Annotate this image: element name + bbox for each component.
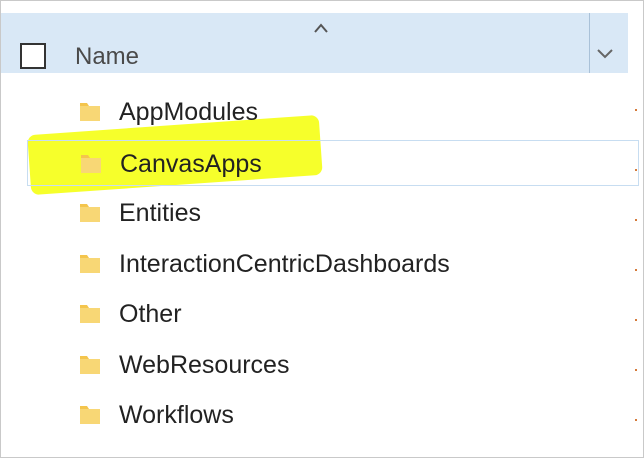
file-explorer-pane: Name AppModules CanvasApps Entities Interac… xyxy=(0,0,644,458)
column-divider[interactable] xyxy=(589,13,590,73)
folder-row[interactable]: InteractionCentricDashboards xyxy=(27,241,639,287)
folder-icon xyxy=(80,406,100,424)
scroll-marker xyxy=(635,109,637,111)
folder-icon xyxy=(80,305,100,323)
folder-name: InteractionCentricDashboards xyxy=(119,249,450,278)
scroll-marker xyxy=(635,369,637,371)
scroll-marker xyxy=(635,269,637,271)
folder-name: WebResources xyxy=(119,350,290,379)
folder-icon xyxy=(80,204,100,222)
folder-row[interactable]: WebResources xyxy=(27,342,639,388)
folder-name: CanvasApps xyxy=(120,149,262,178)
chevron-up-icon[interactable] xyxy=(311,21,331,35)
folder-name: Workflows xyxy=(119,401,234,429)
scroll-marker xyxy=(635,419,637,421)
folder-row[interactable]: Other xyxy=(27,291,639,337)
scroll-marker xyxy=(635,319,637,321)
folder-row[interactable]: AppModules xyxy=(27,89,639,135)
folder-icon xyxy=(80,103,100,121)
folder-name: Other xyxy=(119,300,182,328)
folder-name: Entities xyxy=(119,199,201,227)
chevron-down-icon[interactable] xyxy=(593,43,617,63)
select-all-checkbox[interactable] xyxy=(20,43,46,69)
name-column-header[interactable]: Name xyxy=(75,43,139,71)
scroll-marker xyxy=(635,169,637,171)
folder-row[interactable]: Entities xyxy=(27,190,639,236)
scroll-marker xyxy=(635,219,637,221)
folder-name: AppModules xyxy=(119,98,258,126)
folder-icon xyxy=(80,254,100,273)
folder-icon xyxy=(81,154,101,173)
folder-icon xyxy=(80,355,100,374)
column-header-bar: Name xyxy=(1,13,628,73)
folder-row[interactable]: CanvasApps xyxy=(27,139,639,186)
folder-row[interactable]: Workflows xyxy=(27,392,639,438)
